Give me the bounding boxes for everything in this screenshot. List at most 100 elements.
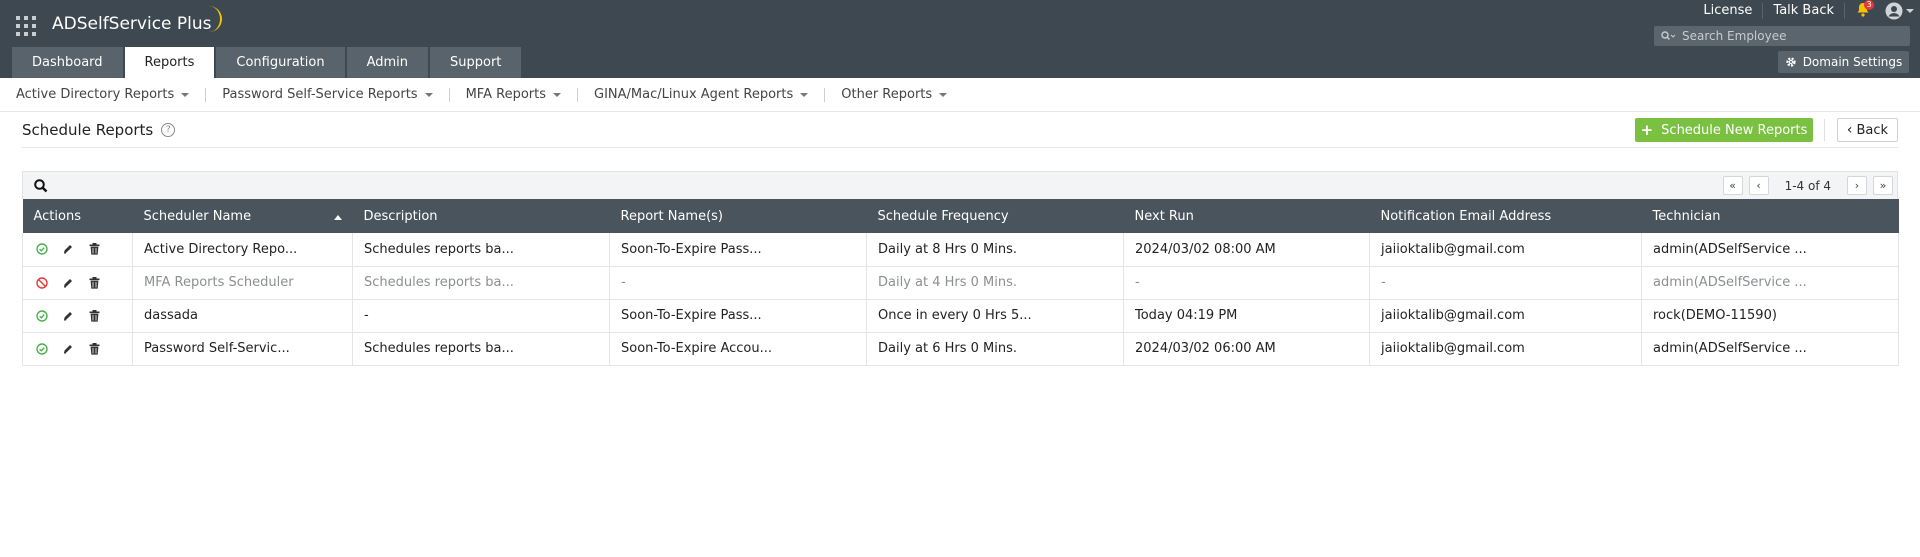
column-header-description[interactable]: Description [352, 199, 610, 233]
subnav-agent-reports[interactable]: GINA/Mac/Linux Agent Reports [594, 87, 824, 102]
chevron-down-icon [800, 92, 809, 97]
column-header-actions: Actions [22, 199, 133, 233]
main-tabs: Dashboard Reports Configuration Admin Su… [12, 47, 523, 78]
app-launcher-icon[interactable] [16, 16, 36, 36]
notification-bell-icon[interactable]: 3 [1853, 0, 1875, 22]
trash-icon[interactable] [86, 341, 102, 357]
subnav-password-self-service-reports[interactable]: Password Self-Service Reports [222, 87, 448, 102]
help-icon[interactable]: ? [161, 123, 176, 137]
cell-actions [22, 266, 133, 300]
license-link[interactable]: License [1693, 3, 1764, 19]
schedule-new-reports-label: Schedule New Reports [1661, 122, 1808, 138]
chevron-down-icon [553, 92, 561, 97]
row-actions [34, 275, 121, 291]
cell-notification-email: jaiioktalib@gmail.com [1369, 233, 1642, 267]
logo-swoosh-icon [206, 6, 222, 32]
check-circle-icon[interactable] [34, 341, 50, 357]
reports-subnav: Active Directory Reports Password Self-S… [0, 78, 1920, 112]
cell-scheduler-name[interactable]: Active Directory Repo... [132, 233, 353, 267]
pencil-icon[interactable] [60, 275, 76, 291]
table-row[interactable]: Active Directory Repo... Schedules report… [22, 233, 1899, 267]
cell-next-run: 2024/03/02 08:00 AM [1123, 233, 1370, 267]
app-logo[interactable]: ADSelfService Plus [52, 14, 212, 34]
table-search-icon[interactable] [33, 178, 49, 194]
domain-settings-label: Domain Settings [1802, 55, 1903, 69]
first-page-button[interactable]: « [1722, 176, 1743, 195]
cell-actions [22, 332, 133, 366]
app-name: ADSelfService [52, 14, 172, 34]
cell-schedule-frequency: Daily at 6 Hrs 0 Mins. [866, 332, 1124, 366]
column-header-notification-email[interactable]: Notification Email Address [1369, 199, 1642, 233]
table-row[interactable]: Password Self-Servic... Schedules reports… [22, 332, 1899, 366]
cell-description: Schedules reports ba... [352, 233, 610, 267]
pencil-icon[interactable] [60, 241, 76, 257]
domain-settings-button[interactable]: Domain Settings [1778, 51, 1909, 73]
check-circle-icon[interactable] [34, 308, 50, 324]
cell-scheduler-name[interactable]: Password Self-Servic... [132, 332, 353, 366]
page-title-text: Schedule Reports [22, 121, 154, 139]
pencil-icon[interactable] [60, 308, 76, 324]
back-label: Back [1856, 122, 1889, 138]
user-menu[interactable] [1885, 2, 1914, 20]
column-header-technician[interactable]: Technician [1641, 199, 1899, 233]
schedule-new-reports-button[interactable]: + Schedule New Reports [1635, 118, 1813, 142]
disabled-circle-icon[interactable] [34, 275, 50, 291]
row-actions [34, 241, 121, 257]
prev-page-button[interactable]: ‹ [1748, 176, 1769, 195]
divider [205, 87, 207, 102]
gear-icon [1786, 57, 1796, 67]
column-header-next-run[interactable]: Next Run [1123, 199, 1370, 233]
top-links: License Talk Back 3 [1693, 0, 1920, 22]
tab-configuration[interactable]: Configuration [216, 47, 345, 78]
table-toolbar: « ‹ 1-4 of 4 › » [22, 171, 1898, 199]
pagination: « ‹ 1-4 of 4 › » [1722, 176, 1893, 195]
pencil-icon[interactable] [60, 341, 76, 357]
table-row[interactable]: MFA Reports Scheduler Schedules reports b… [22, 266, 1899, 300]
chevron-down-icon [181, 92, 190, 97]
table-row[interactable]: dassada - Soon-To-Expire Pass... Once in ev… [22, 299, 1899, 333]
cell-description: Schedules reports ba... [352, 332, 610, 366]
cell-description: Schedules reports ba... [352, 266, 610, 300]
cell-technician: rock(DEMO-11590) [1641, 299, 1899, 333]
cell-next-run: - [1123, 266, 1370, 300]
trash-icon[interactable] [86, 308, 102, 324]
schedule-reports-table: Actions Scheduler Name Description Repor… [22, 199, 1899, 366]
column-header-schedule-frequency[interactable]: Schedule Frequency [866, 199, 1124, 233]
cell-schedule-frequency: Daily at 8 Hrs 0 Mins. [866, 233, 1124, 267]
page-info: 1-4 of 4 [1784, 178, 1831, 193]
subnav-mfa-reports[interactable]: MFA Reports [466, 87, 577, 102]
cell-notification-email: jaiioktalib@gmail.com [1369, 299, 1642, 333]
chevron-left-icon: ‹ [1846, 122, 1853, 138]
column-header-scheduler-name[interactable]: Scheduler Name [132, 199, 353, 233]
tab-support[interactable]: Support [430, 47, 522, 78]
divider [577, 87, 578, 102]
next-page-button[interactable]: › [1847, 176, 1867, 195]
last-page-button[interactable]: » [1873, 176, 1893, 195]
top-header: ADSelfService Plus License Talk Back 3 D… [0, 0, 1920, 78]
trash-icon[interactable] [86, 241, 102, 257]
subnav-label: Active Directory Reports [16, 87, 175, 102]
check-circle-icon[interactable] [34, 241, 50, 257]
chevron-down-icon [1906, 9, 1914, 13]
page-title: Schedule Reports ? [22, 121, 176, 139]
cell-scheduler-name[interactable]: MFA Reports Scheduler [132, 266, 353, 300]
talk-back-link[interactable]: Talk Back [1763, 3, 1845, 19]
cell-report-names: Soon-To-Expire Accou... [609, 332, 867, 366]
trash-icon[interactable] [86, 275, 102, 291]
divider [1824, 119, 1825, 141]
cell-notification-email: jaiioktalib@gmail.com [1369, 332, 1642, 366]
column-header-report-names[interactable]: Report Name(s) [609, 199, 867, 233]
back-button[interactable]: ‹ Back [1837, 118, 1898, 142]
subnav-active-directory-reports[interactable]: Active Directory Reports [16, 87, 205, 102]
tab-dashboard[interactable]: Dashboard [12, 47, 123, 78]
cell-actions [22, 233, 133, 267]
tab-admin[interactable]: Admin [346, 47, 429, 78]
subnav-other-reports[interactable]: Other Reports [841, 87, 963, 102]
subnav-label: GINA/Mac/Linux Agent Reports [594, 87, 794, 102]
tab-reports[interactable]: Reports [124, 47, 215, 78]
subnav-label: Other Reports [841, 87, 933, 102]
table-body: Active Directory Repo... Schedules report… [22, 233, 1899, 366]
cell-scheduler-name[interactable]: dassada [132, 299, 353, 333]
cell-report-names: - [609, 266, 867, 300]
search-employee-input[interactable] [1682, 26, 1910, 46]
